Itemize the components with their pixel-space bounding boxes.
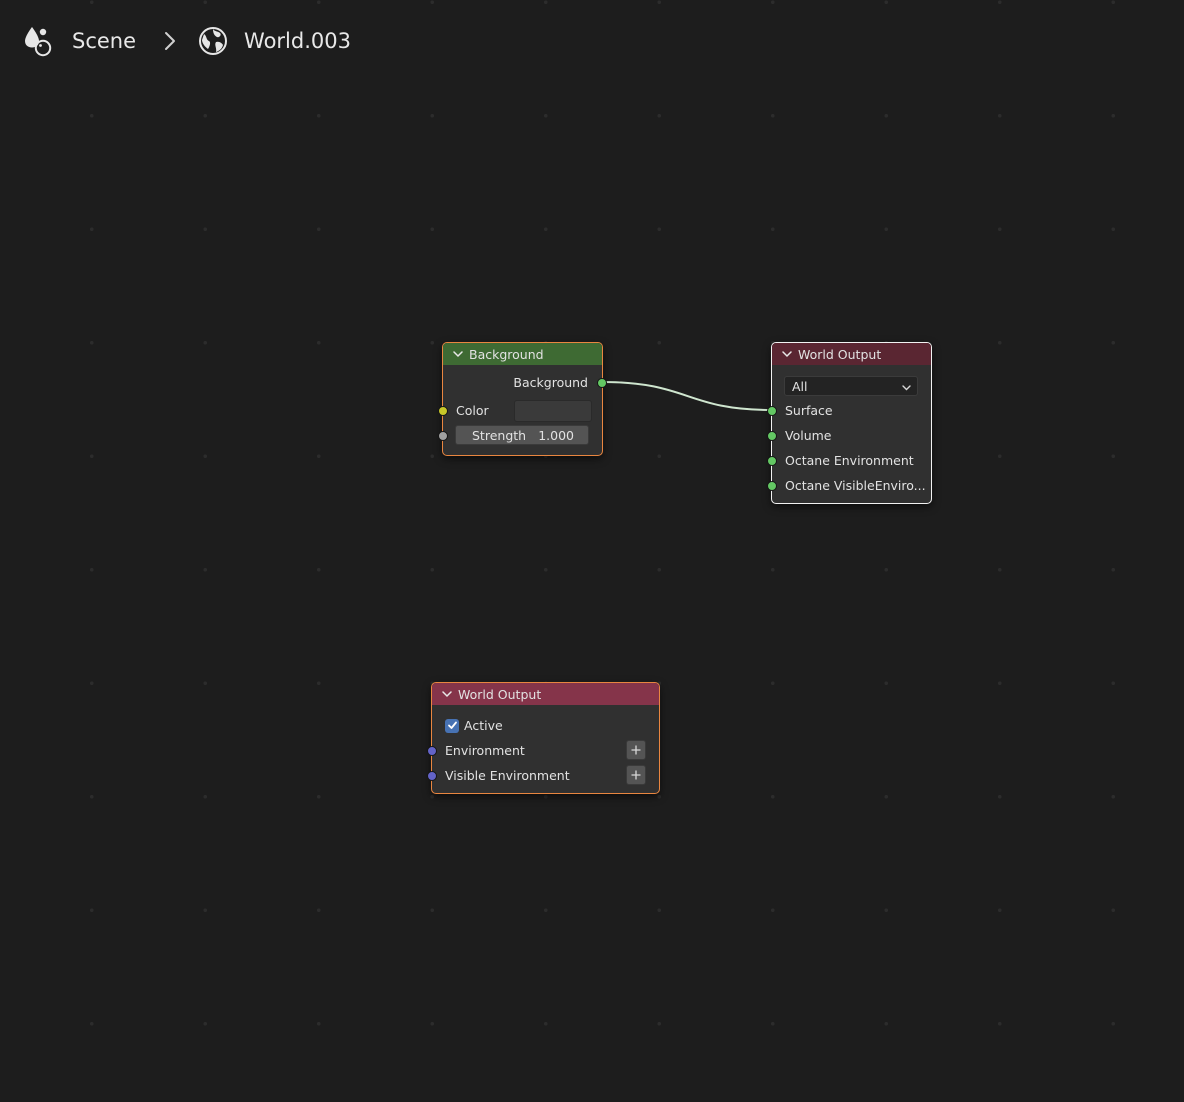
node-title: Background [469,346,544,362]
octane-world-output-node[interactable]: World Output Active Environment Visible … [427,682,660,794]
input-row-octane-visible-environment: Octane VisibleEnviro... [767,473,931,498]
plus-icon [631,770,641,780]
input-row-environment: Environment [427,738,659,763]
input-row-surface: Surface [767,398,931,423]
target-dropdown[interactable]: All [784,376,918,396]
world-output-node[interactable]: World Output All Surface Volume Octane E… [767,342,932,504]
input-row-visible-environment: Visible Environment [427,763,659,788]
checkmark-icon [447,721,457,729]
breadcrumb: Scene World.003 [22,22,351,60]
input-socket-octane-environment[interactable] [767,455,777,466]
node-title: World Output [458,686,542,702]
breadcrumb-world[interactable]: World.003 [244,29,351,53]
node-title: World Output [798,346,882,362]
input-label: Color [456,403,489,418]
active-row: Active [432,713,659,738]
input-socket-color[interactable] [438,405,448,416]
output-label: Background [513,375,588,390]
slider-label: Strength [472,427,527,443]
input-label: Octane VisibleEnviro... [785,478,926,493]
output-socket-background[interactable] [597,377,607,388]
chevron-down-icon [902,379,911,394]
input-socket-strength[interactable] [438,430,448,441]
input-row-octane-environment: Octane Environment [767,448,931,473]
add-environment-button[interactable] [626,740,646,760]
input-label: Environment [445,743,525,758]
active-label: Active [464,718,503,733]
active-checkbox[interactable] [445,718,459,733]
slider-value: 1.000 [538,427,574,443]
chevron-right-icon [164,31,176,51]
breadcrumb-scene[interactable]: Scene [72,29,136,53]
chevron-down-icon[interactable] [453,350,463,358]
strength-slider[interactable]: Strength 1.000 [455,425,589,445]
input-socket-octane-visible-environment[interactable] [767,480,777,491]
input-socket-visible-environment[interactable] [427,770,437,781]
input-socket-environment[interactable] [427,745,437,756]
input-row-color: Color [438,398,602,423]
output-row-background: Background [443,370,607,395]
node-link [601,381,773,411]
input-label: Volume [785,428,832,443]
chevron-down-icon[interactable] [442,690,452,698]
background-node-header[interactable]: Background [443,343,602,365]
dropdown-value: All [792,378,808,394]
background-node[interactable]: Background Background Color Strength 1.0… [438,342,607,456]
world-output-node-header[interactable]: World Output [772,343,931,365]
input-row-strength: Strength 1.000 [438,423,602,448]
add-visible-environment-button[interactable] [626,765,646,785]
octane-world-output-node-header[interactable]: World Output [432,683,659,705]
input-socket-surface[interactable] [767,405,777,416]
input-socket-volume[interactable] [767,430,777,441]
input-row-volume: Volume [767,423,931,448]
input-label: Surface [785,403,833,418]
input-label: Octane Environment [785,453,914,468]
plus-icon [631,745,641,755]
scene-data-icon [22,24,54,58]
color-swatch[interactable] [514,400,592,422]
chevron-down-icon[interactable] [782,350,792,358]
node-link-layer [601,381,773,411]
input-label: Visible Environment [445,768,570,783]
world-icon [198,26,228,56]
